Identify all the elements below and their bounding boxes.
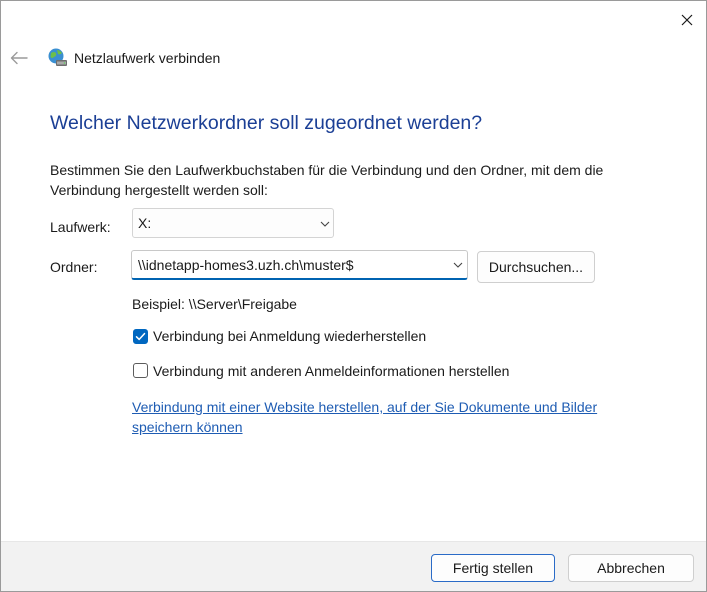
network-drive-icon	[48, 48, 67, 66]
other-credentials-label[interactable]: Verbindung mit anderen Anmeldeinformatio…	[153, 363, 509, 379]
dialog-title: Netzlaufwerk verbinden	[74, 50, 221, 66]
checkmark-icon	[135, 332, 146, 341]
back-arrow-icon	[10, 51, 28, 65]
folder-label: Ordner:	[50, 259, 98, 275]
folder-input[interactable]	[138, 255, 438, 275]
instructions-text: Bestimmen Sie den Laufwerkbuchstaben für…	[50, 162, 604, 198]
website-link[interactable]: Verbindung mit einer Website herstellen,…	[132, 397, 652, 437]
finish-button[interactable]: Fertig stellen	[431, 554, 555, 582]
dialog-footer: Fertig stellen Abbrechen	[1, 541, 706, 591]
drive-letter-select[interactable]: X:	[132, 208, 334, 238]
chevron-down-icon	[320, 221, 330, 227]
browse-button[interactable]: Durchsuchen...	[477, 251, 595, 283]
reconnect-label[interactable]: Verbindung bei Anmeldung wiederherstelle…	[153, 328, 426, 344]
folder-combobox[interactable]	[131, 250, 468, 280]
example-text: Beispiel: \\Server\Freigabe	[132, 296, 297, 312]
chevron-down-icon[interactable]	[452, 259, 464, 271]
map-network-drive-dialog: Netzlaufwerk verbinden Welcher Netzwerko…	[0, 0, 707, 592]
close-button[interactable]	[673, 7, 701, 33]
drive-label: Laufwerk:	[50, 219, 111, 235]
reconnect-checkbox[interactable]	[133, 329, 148, 344]
back-button[interactable]	[7, 46, 31, 70]
page-heading: Welcher Netzwerkordner soll zugeordnet w…	[50, 112, 483, 134]
drive-letter-value: X:	[138, 215, 152, 231]
cancel-button[interactable]: Abbrechen	[568, 554, 694, 582]
close-icon	[681, 14, 693, 26]
other-credentials-checkbox[interactable]	[133, 363, 148, 378]
